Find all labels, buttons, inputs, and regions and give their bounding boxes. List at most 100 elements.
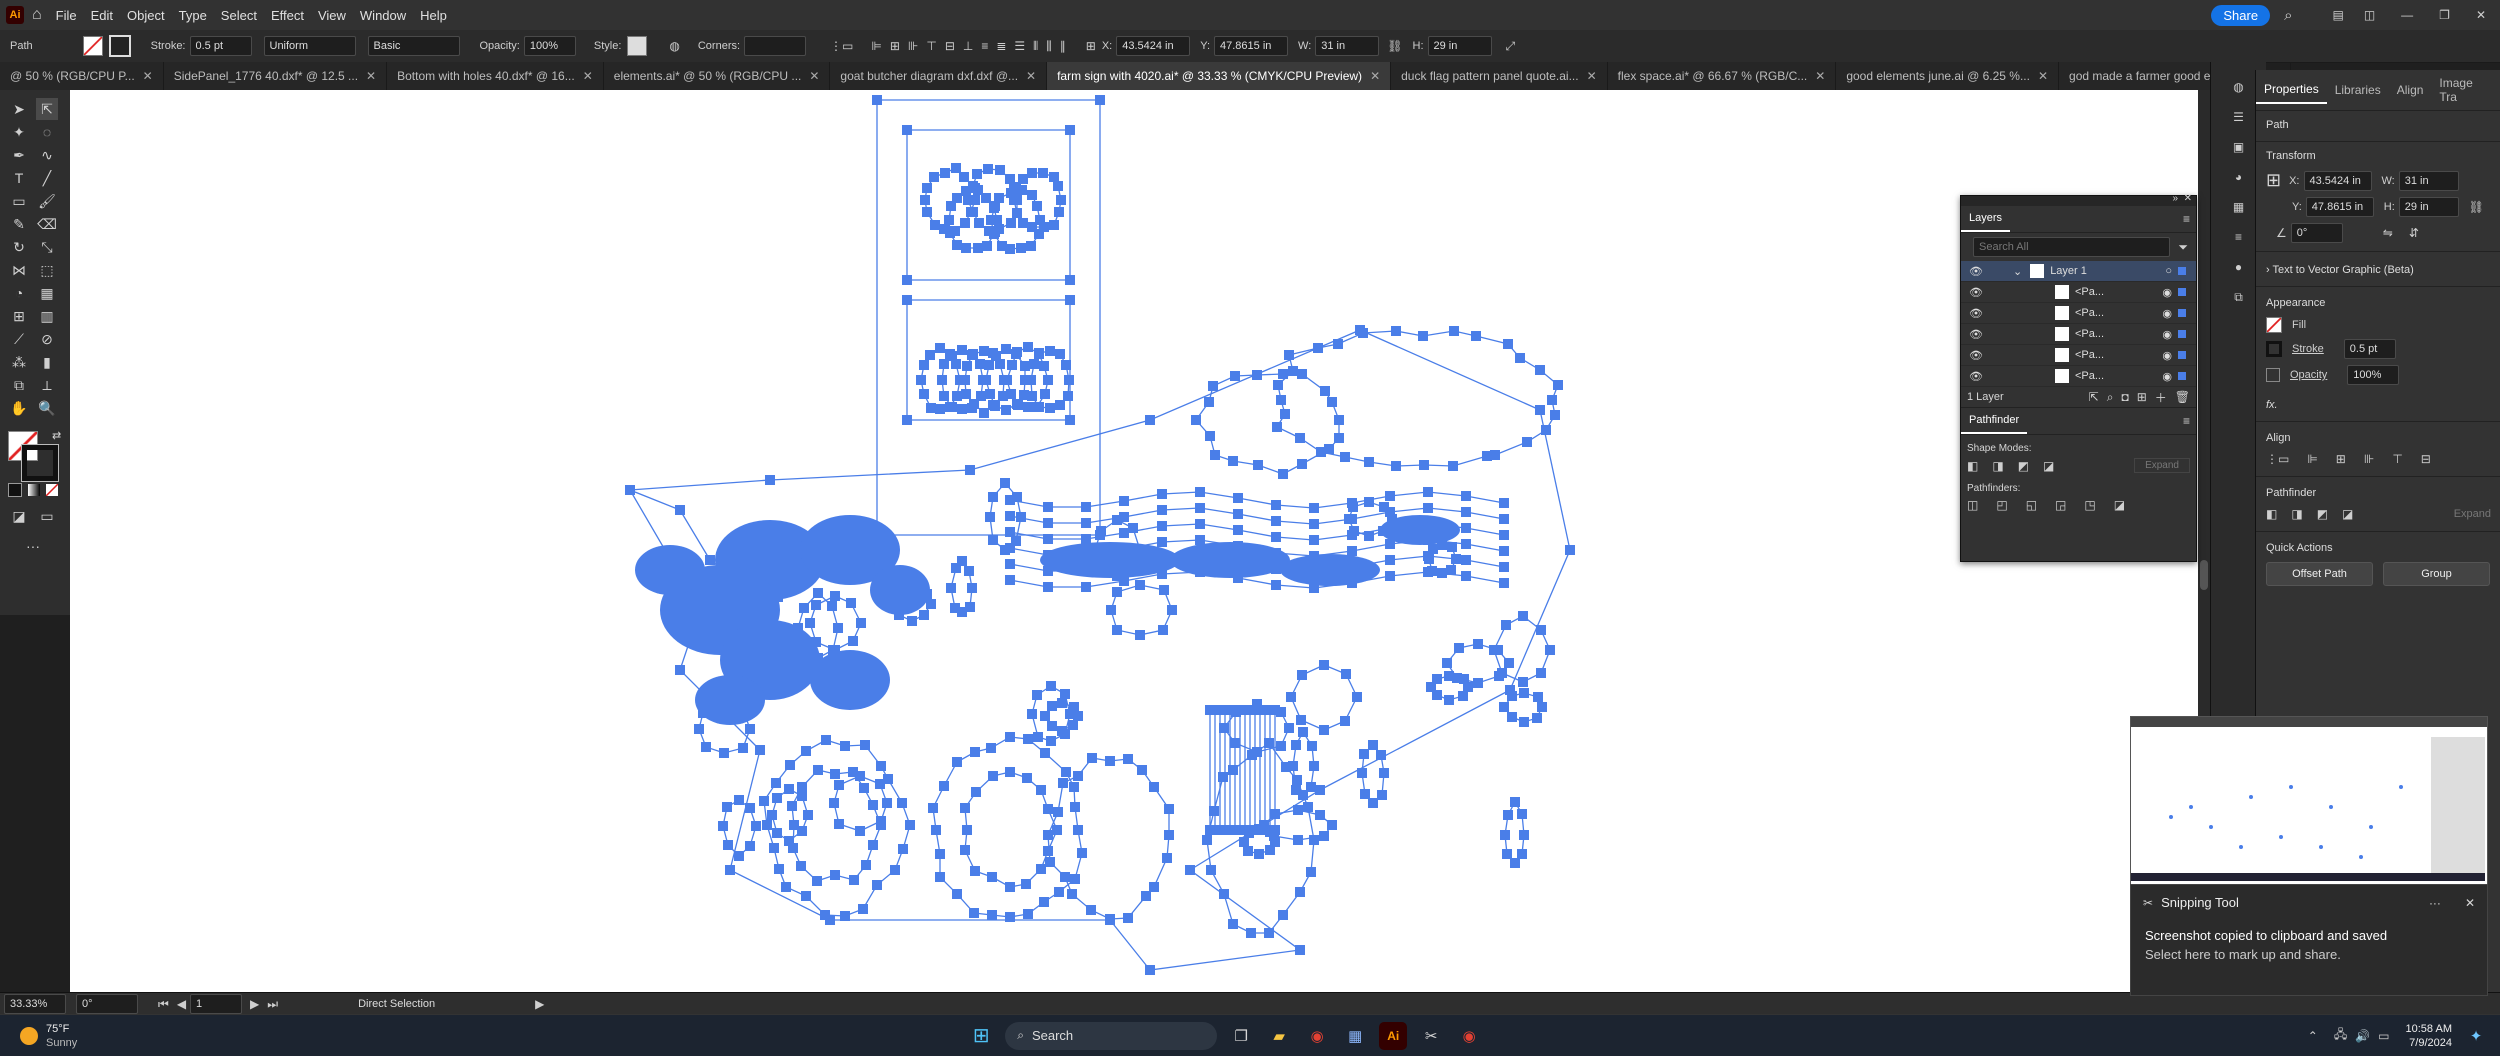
layer-row[interactable]: 👁 ⌄ Layer 1 ○: [1961, 261, 2196, 282]
close-tab-icon[interactable]: ✕: [1587, 69, 1597, 83]
locate-object-icon[interactable]: ⌕: [2107, 390, 2114, 405]
close-tab-icon[interactable]: ✕: [143, 69, 153, 83]
visibility-eye-icon[interactable]: 👁: [1969, 370, 1983, 383]
menu-view[interactable]: View: [318, 8, 346, 23]
h-field[interactable]: 29 in: [2398, 197, 2459, 217]
tab-properties[interactable]: Properties: [2256, 76, 2327, 104]
distribute-hcenter-icon[interactable]: ⫼: [1046, 39, 1052, 54]
calculator-icon[interactable]: ▦: [1341, 1022, 1369, 1050]
path-row[interactable]: 👁 <Pa... ◉: [1961, 345, 2196, 366]
tab-libraries[interactable]: Libraries: [2327, 77, 2389, 103]
menu-object[interactable]: Object: [127, 8, 165, 23]
width-tool-icon[interactable]: ⋈: [8, 259, 30, 281]
weather-sun-icon[interactable]: [20, 1026, 38, 1045]
direct-selection-tool-icon[interactable]: ⇱: [36, 98, 58, 120]
tab-document[interactable]: Bottom with holes 40.dxf* @ 16... ✕: [387, 62, 604, 90]
stroke-swatch[interactable]: [2266, 341, 2282, 357]
visibility-eye-icon[interactable]: 👁: [1969, 265, 1983, 278]
target-icon[interactable]: ◉: [2162, 328, 2172, 341]
gradient-tool-icon[interactable]: ▥: [36, 305, 58, 327]
curvature-tool-icon[interactable]: ∿: [36, 144, 58, 166]
mesh-tool-icon[interactable]: ⊞: [8, 305, 30, 327]
tab-layers[interactable]: Layers: [1961, 206, 2011, 232]
tab-image-trace[interactable]: Image Tra: [2431, 70, 2500, 110]
visibility-eye-icon[interactable]: 👁: [1969, 349, 1983, 362]
blend-tool-icon[interactable]: ⊘: [36, 328, 58, 350]
tab-document[interactable]: @ 50 % (RGB/CPU P... ✕: [0, 62, 164, 90]
edit-toolbar-icon[interactable]: ···: [22, 535, 44, 557]
align-top-icon[interactable]: ⊤: [2392, 452, 2402, 466]
path-name[interactable]: <Pa...: [2075, 307, 2104, 319]
tab-document[interactable]: flex space.ai* @ 66.67 % (RGB/C... ✕: [1608, 62, 1837, 90]
layers-panel-icon[interactable]: ☰: [2233, 110, 2244, 124]
distribute-vcenter-icon[interactable]: ≣: [996, 39, 1006, 53]
more-options-icon[interactable]: ···: [2429, 896, 2441, 910]
rotate-tool-icon[interactable]: ↻: [8, 236, 30, 258]
tab-document[interactable]: duck flag pattern panel quote.ai... ✕: [1391, 62, 1608, 90]
artboard-number-field[interactable]: 1: [190, 994, 243, 1014]
minus-back-icon[interactable]: ◪: [2114, 498, 2125, 512]
align-left-icon[interactable]: ⊫: [2307, 452, 2317, 466]
distribute-bottom-icon[interactable]: ☰: [1014, 39, 1025, 53]
snip-preview-thumbnail[interactable]: [2130, 716, 2488, 886]
fill-swatch[interactable]: [2266, 317, 2282, 333]
free-transform-tool-icon[interactable]: ⬚: [36, 259, 58, 281]
text-to-vector-section[interactable]: › Text to Vector Graphic (Beta): [2266, 264, 2414, 276]
color-panel-icon[interactable]: ◕: [2235, 170, 2242, 184]
close-tab-icon[interactable]: ✕: [1815, 69, 1825, 83]
selection-indicator[interactable]: [2178, 351, 2186, 359]
w-field[interactable]: 31 in: [2398, 170, 2459, 191]
snipping-notification[interactable]: ✂ Snipping Tool ··· ✕ Screenshot copied …: [2130, 884, 2488, 996]
close-tab-icon[interactable]: ✕: [809, 69, 819, 83]
path-row[interactable]: 👁 <Pa... ◉: [1961, 303, 2196, 324]
workspace-icon[interactable]: ◫: [2364, 8, 2375, 22]
swatches-panel-icon[interactable]: ▦: [2233, 200, 2244, 214]
angle-field[interactable]: 0°: [2290, 223, 2343, 243]
tab-pathfinder[interactable]: Pathfinder: [1961, 408, 2028, 434]
tab-document[interactable]: SidePanel_1776 40.dxf* @ 12.5 ... ✕: [164, 62, 388, 90]
collapse-panel-icon[interactable]: »: [2172, 193, 2178, 204]
stroke-weight-field[interactable]: 0.5 pt: [189, 36, 252, 56]
collect-export-icon[interactable]: ⇱: [2089, 390, 2099, 404]
paintbrush-tool-icon[interactable]: 🖌: [36, 190, 58, 212]
chrome-profile-icon[interactable]: ◉: [1455, 1022, 1483, 1050]
path-row[interactable]: 👁 <Pa... ◉: [1961, 366, 2196, 387]
menu-type[interactable]: Type: [179, 8, 207, 23]
artboards-panel-icon[interactable]: ▣: [2233, 140, 2244, 154]
menu-edit[interactable]: Edit: [91, 8, 113, 23]
delete-layer-icon[interactable]: 🗑: [2175, 390, 2190, 404]
swap-colors-icon[interactable]: ⇄: [52, 429, 61, 442]
task-view-icon[interactable]: ❐: [1227, 1022, 1255, 1050]
target-icon[interactable]: ◉: [2162, 286, 2172, 299]
symbol-sprayer-tool-icon[interactable]: ⁂: [8, 351, 30, 373]
expand-chevron-icon[interactable]: ⌄: [2013, 265, 2022, 278]
x-field[interactable]: 43.5424 in: [2303, 170, 2372, 191]
align-right-icon[interactable]: ⊪: [908, 39, 918, 53]
target-icon[interactable]: ◉: [2162, 307, 2172, 320]
target-icon[interactable]: ◉: [2162, 370, 2172, 383]
home-icon[interactable]: ⌂: [32, 6, 42, 24]
new-layer-icon[interactable]: ＋: [2155, 389, 2167, 406]
flip-horizontal-icon[interactable]: ⇋: [2383, 226, 2393, 240]
appearance-panel-icon[interactable]: ●: [2235, 260, 2242, 274]
selection-indicator[interactable]: [2178, 288, 2186, 296]
h-field[interactable]: 29 in: [1427, 36, 1492, 56]
screen-mode-icon[interactable]: ▭: [36, 505, 58, 527]
dismiss-notification-icon[interactable]: ✕: [2465, 896, 2475, 910]
tab-document-active[interactable]: farm sign with 4020.ai* @ 33.33 % (CMYK/…: [1047, 62, 1392, 90]
intersect-icon[interactable]: ◩: [2317, 507, 2328, 521]
transform-options-icon[interactable]: ⤢: [1506, 39, 1516, 54]
group-button[interactable]: Group: [2383, 562, 2490, 586]
battery-icon[interactable]: ▭: [2378, 1029, 2389, 1043]
align-hcenter-icon[interactable]: ⊞: [890, 39, 900, 53]
effects-button[interactable]: fx.: [2266, 399, 2491, 411]
file-explorer-icon[interactable]: ▰: [1265, 1022, 1293, 1050]
prev-artboard-icon[interactable]: ◀: [177, 997, 186, 1011]
minus-front-icon[interactable]: ◨: [2291, 507, 2302, 521]
weather-condition[interactable]: Sunny: [46, 1036, 77, 1050]
menu-effect[interactable]: Effect: [271, 8, 304, 23]
properties-panel-icon[interactable]: ◍: [2233, 80, 2243, 94]
selection-indicator[interactable]: [2178, 309, 2186, 317]
pathfinder-expand-button[interactable]: Expand: [2454, 508, 2491, 520]
maximize-icon[interactable]: ❐: [2439, 8, 2450, 22]
